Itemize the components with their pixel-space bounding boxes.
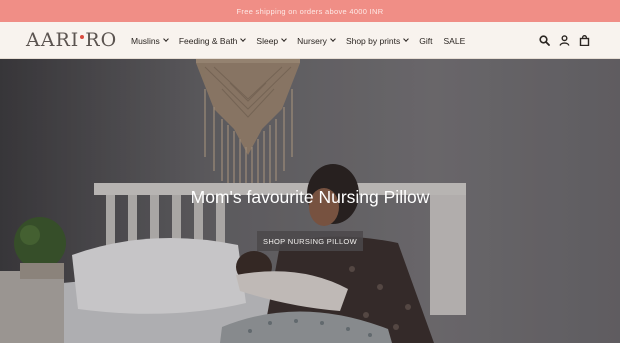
nav-item-label: Nursery [297,35,327,46]
main-nav: Muslins Feeding & Bath Sleep Nursery Sho… [131,22,476,59]
nav-item-label: Muslins [131,35,160,46]
nav-item-nursery[interactable]: Nursery [297,35,336,46]
account-icon[interactable] [558,35,570,47]
nav-item-label: Feeding & Bath [178,35,238,46]
announcement-text: Free shipping on orders above 4000 INR [236,6,384,16]
logo-dot [80,35,85,39]
nav-item-muslins[interactable]: Muslins [131,35,169,46]
announcement-bar: Free shipping on orders above 4000 INR [0,0,620,22]
nav-item-feeding-bath[interactable]: Feeding & Bath [178,35,247,46]
chevron-down-icon [281,36,288,42]
nav-item-sleep[interactable]: Sleep [256,35,288,46]
hero-title: Mom's favourite Nursing Pillow [190,187,430,207]
nav-item-sale[interactable]: SALE [444,36,466,46]
chevron-down-icon [403,36,410,42]
nav-item-label: Shop by prints [345,35,401,46]
chevron-down-icon [330,36,336,42]
nav-item-label: Sleep [256,35,279,46]
chevron-down-icon [162,36,169,42]
nav-item-shop-by-prints[interactable]: Shop by prints [345,35,410,46]
search-icon[interactable] [538,35,550,47]
logo-text-part2: RO [85,29,118,51]
cart-icon[interactable] [578,35,590,47]
brand-logo[interactable]: AARI RO [26,29,117,51]
site-header: AARI RO Muslins Feeding & Bath Sleep Nur… [0,22,620,59]
nav-item-gift[interactable]: Gift [419,36,432,46]
hero-banner[interactable]: Mom's favourite Nursing Pillow SHOP NURS… [0,59,620,343]
shop-nursing-pillow-button[interactable]: SHOP NURSING PILLOW [257,231,363,251]
logo-text-part1: AARI [26,29,80,51]
chevron-down-icon [240,36,247,42]
nav-item-label: SALE [443,35,466,46]
nav-item-label: Gift [419,35,433,46]
header-icons [530,22,590,59]
